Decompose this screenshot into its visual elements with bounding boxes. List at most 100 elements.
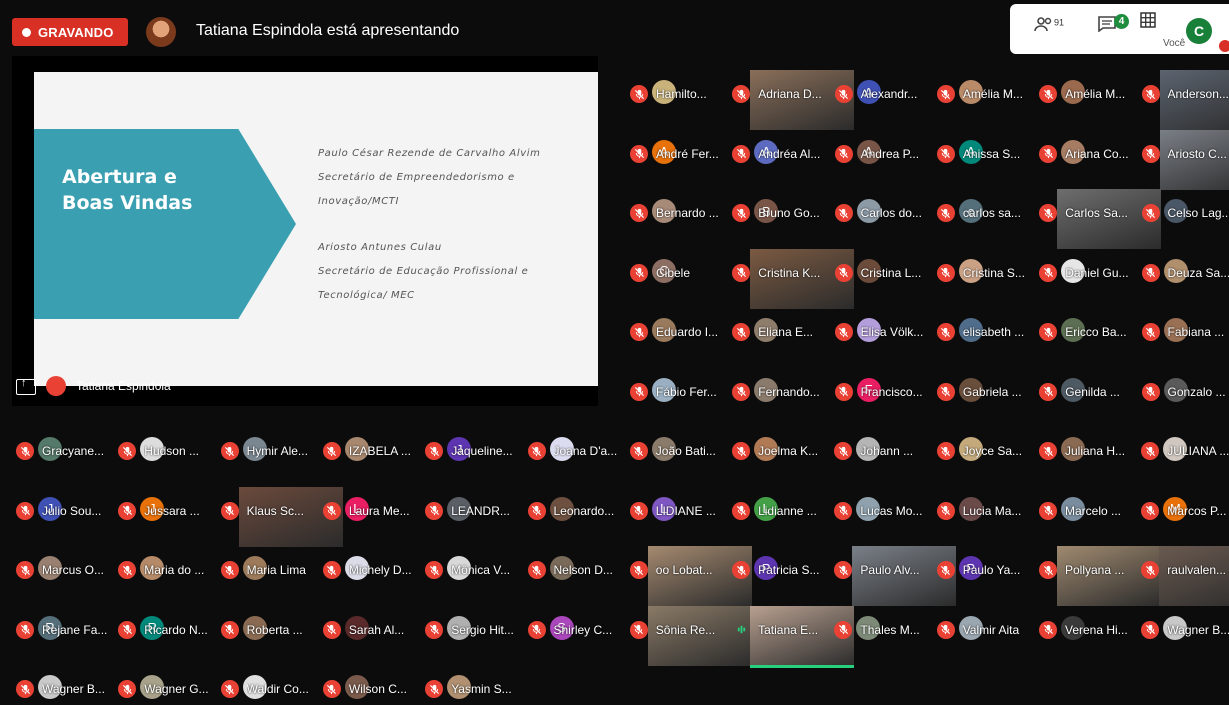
participant-tile[interactable]: Hudson ... <box>114 435 214 467</box>
participant-tile[interactable]: PPatricia S... <box>728 554 828 586</box>
participant-tile[interactable]: LLIDIANE ... <box>626 495 726 527</box>
participant-tile[interactable]: Maria do ... <box>114 554 214 586</box>
participant-tile[interactable]: Michely D... <box>319 554 419 586</box>
participant-tile[interactable]: JJaqueline... <box>421 435 521 467</box>
participant-tile[interactable]: Celso Lag... <box>1138 197 1229 229</box>
participant-tile[interactable]: Genilda ... <box>1035 376 1135 408</box>
participant-tile[interactable]: JJulio Sou... <box>12 495 112 527</box>
participant-tile[interactable]: Fernando... <box>728 376 828 408</box>
participant-tile[interactable]: Amélia M... <box>1035 78 1135 110</box>
layout-button[interactable] <box>1140 12 1156 33</box>
mic-off-icon <box>16 442 34 460</box>
mic-off-icon <box>425 502 443 520</box>
participant-tile[interactable]: Maria Lima <box>217 554 317 586</box>
participant-tile[interactable]: Wagner B... <box>1137 614 1229 646</box>
participant-tile[interactable]: Eduardo I... <box>626 316 726 348</box>
participant-tile[interactable]: Klaus Sc... <box>217 495 317 527</box>
participant-tile[interactable]: Anderson... <box>1138 78 1229 110</box>
participant-tile[interactable]: Cristina L... <box>831 257 931 289</box>
participant-tile[interactable]: Hymir Ale... <box>217 435 317 467</box>
participant-tile[interactable]: Carlos do... <box>831 197 931 229</box>
participant-tile[interactable]: LLaura Me... <box>319 495 419 527</box>
participant-tile[interactable]: CCibele <box>626 257 726 289</box>
participant-tile[interactable]: AAnissa S... <box>933 138 1033 170</box>
participant-tile[interactable]: Mônica V... <box>421 554 521 586</box>
participant-tile[interactable]: LEANDR... <box>421 495 521 527</box>
participant-name: elisabeth ... <box>963 325 1031 339</box>
participant-tile[interactable]: Roberta ... <box>217 614 317 646</box>
participant-tile[interactable]: Joelma K... <box>728 435 828 467</box>
participant-tile[interactable]: Marcelo ... <box>1035 495 1135 527</box>
participant-tile[interactable]: Gracyane... <box>12 435 112 467</box>
participant-tile[interactable]: Gabriela ... <box>933 376 1033 408</box>
participant-tile[interactable]: Johann ... <box>830 435 930 467</box>
participant-tile[interactable]: AAndré Fer... <box>626 138 726 170</box>
participant-tile[interactable]: Juliana H... <box>1035 435 1135 467</box>
participant-tile[interactable]: JJussara ... <box>114 495 214 527</box>
participant-tile[interactable]: Adriana D... <box>728 78 828 110</box>
participant-tile[interactable]: Sarah Al... <box>319 614 419 646</box>
participant-tile[interactable]: AAndrea P... <box>831 138 931 170</box>
people-button[interactable]: 91 <box>1034 16 1064 37</box>
participant-tile[interactable]: IZABELA ... <box>319 435 419 467</box>
participant-tile[interactable]: Paulo Alv... <box>830 554 930 586</box>
participant-tile[interactable]: Cristina S... <box>933 257 1033 289</box>
participant-tile[interactable]: JULIANA ... <box>1137 435 1229 467</box>
participant-tile[interactable]: Wilson C... <box>319 673 419 705</box>
participant-tile[interactable]: Sônia Re... <box>626 614 726 646</box>
participant-tile[interactable]: Fabiana ... <box>1138 316 1229 348</box>
participant-tile[interactable]: Valmir Aita <box>933 614 1033 646</box>
participant-tile[interactable]: Thales M... <box>830 614 930 646</box>
participant-tile[interactable]: MMarcos P... <box>1137 495 1229 527</box>
participant-tile[interactable]: Verena Hi... <box>1035 614 1135 646</box>
participant-tile[interactable]: Marcus O... <box>12 554 112 586</box>
participant-tile[interactable]: Nelson D... <box>524 554 624 586</box>
participant-tile[interactable]: Ariosto C... <box>1138 138 1229 170</box>
participant-tile[interactable]: João Bati... <box>626 435 726 467</box>
participant-tile[interactable]: Bernardo ... <box>626 197 726 229</box>
participant-name: Lucas Mo... <box>860 504 928 518</box>
participant-tile[interactable]: Sergio Hit... <box>421 614 521 646</box>
participant-tile[interactable]: PPaulo Ya... <box>933 554 1033 586</box>
mic-off-icon <box>1039 204 1057 222</box>
participant-tile[interactable]: Ariana Co... <box>1035 138 1135 170</box>
mic-off-icon <box>1142 323 1160 341</box>
participant-tile[interactable]: Daniel Gu... <box>1035 257 1135 289</box>
participant-tile[interactable]: Joana D'a... <box>524 435 624 467</box>
participant-tile[interactable]: Eliana E... <box>728 316 828 348</box>
participant-tile[interactable]: Hamilto... <box>626 78 726 110</box>
participant-tile[interactable]: Fábio Fer... <box>626 376 726 408</box>
participant-tile[interactable]: Joyce Sa... <box>933 435 1033 467</box>
participant-tile[interactable]: Lucia Ma... <box>933 495 1033 527</box>
participant-tile[interactable]: Carlos Sa... <box>1035 197 1135 229</box>
participant-tile[interactable]: elisabeth ... <box>933 316 1033 348</box>
participant-tile[interactable]: Tatiana E... <box>728 614 828 646</box>
participant-tile[interactable]: Lucas Mo... <box>830 495 930 527</box>
participant-name: Wagner B... <box>1167 623 1229 637</box>
participant-tile[interactable]: AAlexandr... <box>831 78 931 110</box>
participant-tile[interactable]: RRejane Fa... <box>12 614 112 646</box>
participant-tile[interactable]: Leonardo... <box>524 495 624 527</box>
self-avatar[interactable]: C <box>1186 18 1212 44</box>
participant-tile[interactable]: Gonzalo ... <box>1138 376 1229 408</box>
participant-tile[interactable]: Cristina K... <box>728 257 828 289</box>
participant-tile[interactable]: oo Lobat... <box>626 554 726 586</box>
participant-tile[interactable]: FFrancisco... <box>831 376 931 408</box>
participant-tile[interactable]: Wagner G... <box>114 673 214 705</box>
participant-tile[interactable]: raulvalen... <box>1137 554 1229 586</box>
participant-tile[interactable]: BBruno Go... <box>728 197 828 229</box>
participant-tile[interactable]: Deuza Sa... <box>1138 257 1229 289</box>
participant-tile[interactable]: Ericco Ba... <box>1035 316 1135 348</box>
participant-tile[interactable]: Yasmin S... <box>421 673 521 705</box>
participant-tile[interactable]: LLidianne ... <box>728 495 828 527</box>
participant-tile[interactable]: RRicardo N... <box>114 614 214 646</box>
participant-tile[interactable]: Waldir Co... <box>217 673 317 705</box>
present-to-all-icon[interactable] <box>16 379 36 395</box>
participant-tile[interactable]: Amélia M... <box>933 78 1033 110</box>
participant-tile[interactable]: ccarlos sa... <box>933 197 1033 229</box>
participant-tile[interactable]: Elisa Völk... <box>831 316 931 348</box>
participant-tile[interactable]: SShirley C... <box>524 614 624 646</box>
participant-tile[interactable]: Pollyana ... <box>1035 554 1135 586</box>
participant-tile[interactable]: Wagner B... <box>12 673 112 705</box>
participant-tile[interactable]: AAndréa Al... <box>728 138 828 170</box>
